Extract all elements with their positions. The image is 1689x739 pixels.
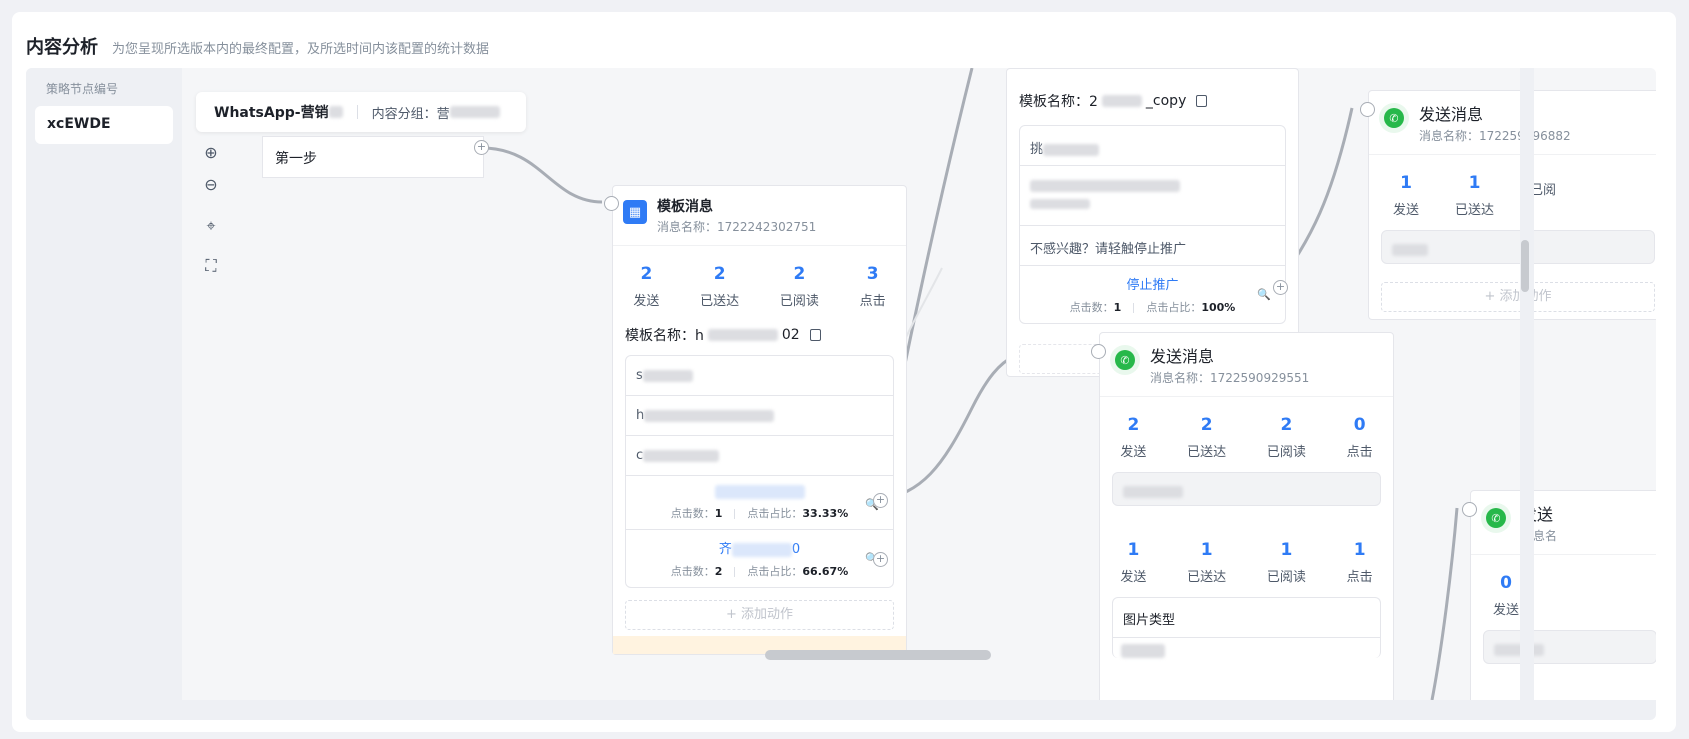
- add-action-button[interactable]: + 添加动作: [625, 600, 894, 630]
- flow-name: WhatsApp-营销: [214, 105, 329, 121]
- add-after-button-icon[interactable]: +: [1273, 280, 1288, 295]
- edge-send3: [1430, 507, 1459, 700]
- add-after-button-icon[interactable]: +: [873, 493, 888, 508]
- node-header: ▦ 模板消息 消息名称：1722242302751: [613, 186, 906, 246]
- template-message-node[interactable]: ▦ 模板消息 消息名称：1722242302751 2 发送 2 已送达 2 已阅读 …: [612, 185, 907, 655]
- whatsapp-icon: ✆: [1481, 503, 1511, 533]
- page-subtitle: 为您呈现所选版本内的最终配置，及所选时间内该配置的统计数据: [112, 42, 490, 57]
- sidebar-label: 策略节点编号: [46, 82, 119, 96]
- message-preview: [1483, 630, 1656, 664]
- page-title: 内容分析: [26, 37, 98, 58]
- node-msg-name: 消息名称：1722590929551: [1150, 371, 1310, 385]
- image-type-label: 图片类型: [1113, 598, 1380, 638]
- template-name: 模板名称：h 02: [613, 321, 906, 355]
- send-message-node[interactable]: ✆ 发送消息 消息名称：172259096882 1 发送 1 已送达 已阅 + 添…: [1368, 90, 1656, 320]
- copy-icon[interactable]: [809, 329, 821, 341]
- whatsapp-icon: ✆: [1379, 103, 1409, 133]
- input-port[interactable]: [1091, 344, 1106, 359]
- center-icon[interactable]: ⌖: [197, 210, 225, 242]
- whatsapp-icon: ✆: [1110, 345, 1140, 375]
- send-message-node[interactable]: ✆ 发送 消息名 0 发送: [1470, 490, 1656, 700]
- flow-title-bar: WhatsApp-营销 内容分组：营: [196, 92, 526, 132]
- template-name: 模板名称：2 _copy: [1007, 69, 1298, 121]
- node-title: 发送消息: [1419, 105, 1484, 124]
- node-msg-name: 消息名称：1722242302751: [657, 220, 817, 234]
- template-button-row: 停止推广 点击数：1 点击占比：100% 🔍: [1069, 278, 1271, 314]
- template-row: [1020, 166, 1285, 226]
- send-message-node[interactable]: ✆ 发送消息 消息名称：1722590929551 2 发送 2 已送达 2 已阅读 …: [1099, 332, 1394, 700]
- node-stats: 1 发送 1 已送达 已阅: [1393, 173, 1557, 218]
- step-node[interactable]: 第一步: [262, 136, 484, 178]
- node-stats: 2 发送 2 已送达 2 已阅读 3 点击: [613, 246, 906, 321]
- template-row: c: [626, 436, 893, 476]
- node-header: ✆ 发送消息 消息名称：1722590929551: [1100, 333, 1393, 397]
- node-header: ✆ 发送消息 消息名称：172259096882: [1369, 91, 1656, 155]
- node-sidebar: 策略节点编号 xcEWDE: [26, 68, 182, 720]
- template-row: s: [626, 356, 893, 396]
- template-icon: ▦: [623, 200, 647, 224]
- page-header: 内容分析 为您呈现所选版本内的最终配置，及所选时间内该配置的统计数据: [26, 33, 489, 59]
- vertical-scrollbar-thumb[interactable]: [1521, 240, 1529, 292]
- add-after-step-icon[interactable]: +: [474, 140, 489, 155]
- copy-icon[interactable]: [1196, 95, 1208, 107]
- node-stats: 2 发送 2 已送达 2 已阅读 0 点击: [1120, 415, 1373, 460]
- node-stats: 1 发送 1 已送达 1 已阅读 1 点击: [1120, 540, 1373, 585]
- workspace: 策略节点编号 xcEWDE WhatsApp-营销 内容分组：营 ⊕ ⊖ ⌖ ⛶…: [26, 68, 1656, 720]
- flow-group: 内容分组：营: [371, 106, 450, 122]
- message-preview: [1381, 230, 1655, 264]
- horizontal-scrollbar-thumb[interactable]: [765, 650, 991, 660]
- template-row: h: [626, 396, 893, 436]
- node-title: 发送消息: [1150, 347, 1215, 366]
- flow-canvas[interactable]: WhatsApp-营销 内容分组：营 ⊕ ⊖ ⌖ ⛶ 第一步 + ▦ 模板消息 …: [182, 68, 1656, 700]
- template-button-row: 点击数：1 点击占比：33.33% 🔍: [626, 476, 893, 530]
- message-preview: [1112, 472, 1381, 506]
- search-icon[interactable]: 🔍: [1257, 288, 1271, 301]
- node-header: ✆ 发送 消息名: [1471, 491, 1656, 555]
- node-msg-name: 消息名称：172259096882: [1419, 129, 1571, 143]
- add-after-button-icon[interactable]: +: [873, 552, 888, 567]
- fit-screen-icon[interactable]: ⛶: [197, 250, 225, 282]
- template-row: 挑: [1020, 126, 1285, 166]
- vertical-scrollbar-track[interactable]: [1520, 68, 1534, 720]
- step-label: 第一步: [275, 151, 317, 167]
- edge-step-template: [481, 146, 603, 204]
- stat-delivered: 2 已送达: [700, 264, 740, 309]
- canvas-toolbar: ⊕ ⊖ ⌖ ⛶: [196, 136, 226, 282]
- template-row: 不感兴趣？请轻触停止推广: [1020, 226, 1285, 266]
- node-stats: 0 发送: [1493, 573, 1520, 618]
- node-title: 模板消息: [657, 199, 713, 215]
- image-type-box: 图片类型: [1112, 597, 1381, 658]
- stat-clicks: 3 点击: [859, 264, 886, 309]
- template-button-row: 齐0 点击数：2点击占比：66.67% 🔍: [626, 530, 893, 587]
- zoom-in-icon[interactable]: ⊕: [197, 136, 225, 168]
- sidebar-item-selected[interactable]: xcEWDE: [35, 106, 173, 144]
- stat-read: 2 已阅读: [779, 264, 819, 309]
- add-action-button[interactable]: + 添加动作: [1381, 282, 1655, 312]
- divider: [356, 105, 358, 119]
- template-content-box: s h c 点击数：1 点击占比：33.33% 🔍 齐0 点击数：2 点击占比：66…: [625, 355, 894, 588]
- template-content-box: 挑 不感兴趣？请轻触停止推广 停止推广 点击数：1 点击占比：100% 🔍: [1019, 125, 1286, 324]
- zoom-out-icon[interactable]: ⊖: [197, 168, 225, 200]
- input-port[interactable]: [1462, 502, 1477, 517]
- input-port[interactable]: [1360, 102, 1375, 117]
- stat-sent: 2 发送: [633, 264, 660, 309]
- input-port[interactable]: [604, 196, 619, 211]
- template-copy-node[interactable]: 模板名称：2 _copy 挑 不感兴趣？请轻触停止推广 停止推广 点击数：1 点击…: [1006, 68, 1299, 377]
